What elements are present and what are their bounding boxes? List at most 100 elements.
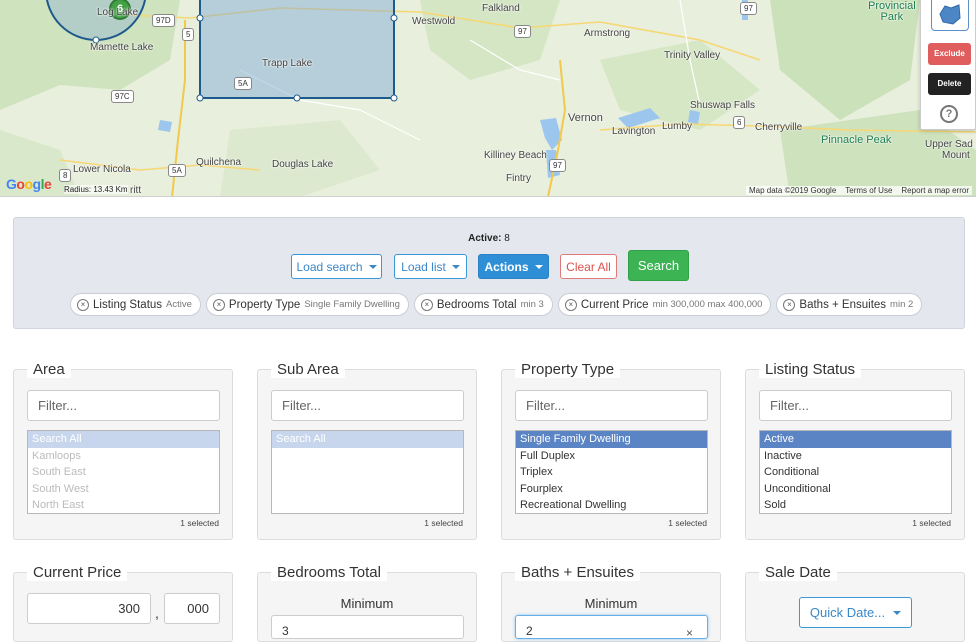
- highway-shield: 97D: [152, 14, 175, 27]
- list-option[interactable]: Conditional: [760, 464, 951, 481]
- list-option[interactable]: Sold: [760, 497, 951, 513]
- highway-shield: 5: [182, 28, 195, 41]
- actions-label: Actions: [484, 259, 529, 274]
- price-thousands-input[interactable]: 300: [27, 593, 151, 624]
- map-drawing-toolbar: Exclude Delete ?: [920, 0, 976, 130]
- property-type-filter-input[interactable]: Filter...: [515, 390, 708, 421]
- load-search-label: Load search: [296, 259, 363, 274]
- list-option[interactable]: Search All: [272, 431, 463, 448]
- sub-area-listbox[interactable]: Search All: [271, 430, 464, 514]
- load-list-label: Load list: [401, 259, 446, 274]
- list-option[interactable]: Active: [760, 431, 951, 448]
- list-option[interactable]: Search All: [28, 431, 219, 448]
- polygon-icon: [939, 4, 961, 25]
- delete-button[interactable]: Delete: [928, 73, 971, 95]
- map-label-fintry: Fintry: [506, 173, 531, 184]
- sub-area-filter-input[interactable]: Filter...: [271, 390, 464, 421]
- map-label-vernon: Vernon: [568, 112, 603, 124]
- filter-chip-baths-ensuites[interactable]: × Baths + Ensuites min 2: [776, 293, 923, 316]
- chevron-down-icon: [368, 264, 377, 269]
- map-label-lavington: Lavington: [612, 126, 656, 137]
- list-option[interactable]: Kamloops: [28, 448, 219, 465]
- chevron-down-icon: [534, 264, 543, 269]
- area-filter-input[interactable]: Filter...: [27, 390, 220, 421]
- list-option[interactable]: Unconditional: [760, 481, 951, 498]
- remove-chip-icon[interactable]: ×: [783, 298, 796, 311]
- quick-date-dropdown[interactable]: Quick Date...: [799, 597, 912, 628]
- listing-status-selected-count: 1 selected: [912, 518, 951, 528]
- list-option[interactable]: Recreational Dwelling: [516, 497, 707, 513]
- chevron-down-icon: [451, 264, 460, 269]
- listing-status-filter-input[interactable]: Filter...: [759, 390, 952, 421]
- property-type-title: Property Type: [515, 361, 621, 378]
- load-search-button[interactable]: Load search: [291, 254, 382, 279]
- remove-chip-icon[interactable]: ×: [212, 298, 225, 311]
- filter-chip-listing-status[interactable]: × Listing Status Active: [70, 293, 201, 316]
- map-label-falkland: Falkland: [482, 3, 520, 14]
- bedrooms-minimum-input[interactable]: 3: [271, 615, 464, 639]
- remove-chip-icon[interactable]: ×: [564, 298, 577, 311]
- listing-status-filter: Listing Status Filter... Active Inactive…: [745, 361, 965, 540]
- filter-chip-property-type[interactable]: × Property Type Single Family Dwelling: [205, 293, 409, 316]
- chip-value: Active: [166, 299, 192, 310]
- remove-chip-icon[interactable]: ×: [420, 298, 433, 311]
- map-label-mamette-lake: Mamette Lake: [90, 42, 154, 53]
- clear-input-icon[interactable]: ×: [686, 626, 693, 638]
- list-option[interactable]: Single Family Dwelling: [516, 431, 707, 448]
- baths-minimum-input[interactable]: 2 ×: [515, 615, 708, 639]
- chip-label: Listing Status: [93, 298, 163, 311]
- baths-ensuites-title: Baths + Ensuites: [515, 564, 640, 581]
- map-label-armstrong: Armstrong: [584, 28, 631, 39]
- chip-value: min 2: [890, 299, 914, 310]
- sale-date-title: Sale Date: [759, 564, 837, 581]
- draw-polygon-button[interactable]: [931, 0, 969, 31]
- chevron-down-icon: [893, 610, 902, 615]
- map-label-lumby: Lumby: [662, 121, 693, 132]
- report-map-error-link[interactable]: Report a map error: [901, 186, 969, 195]
- baths-minimum-value: 2: [526, 624, 533, 638]
- list-option[interactable]: Fourplex: [516, 481, 707, 498]
- google-logo: Google: [6, 176, 52, 192]
- active-label: Active: [468, 233, 499, 244]
- area-filter: Area Filter... Search All Kamloops South…: [13, 361, 233, 540]
- list-option[interactable]: South East: [28, 464, 219, 481]
- list-option[interactable]: Triplex: [516, 464, 707, 481]
- sub-area-title: Sub Area: [271, 361, 345, 378]
- bedrooms-total-filter: Bedrooms Total Minimum 3: [257, 564, 477, 642]
- highway-shield: 5A: [234, 77, 252, 90]
- map-label-killiney-beach: Killiney Beach: [484, 150, 547, 161]
- property-type-selected-count: 1 selected: [668, 518, 707, 528]
- current-price-filter: Current Price 300 , 000: [13, 564, 233, 642]
- active-count-value: 8: [504, 233, 510, 244]
- highway-shield: 6: [733, 116, 746, 129]
- search-summary-panel: Active: 8 Load search Load list Actions …: [13, 217, 965, 329]
- map-label-lower-nicola: Lower Nicola: [73, 164, 131, 175]
- help-icon[interactable]: ?: [940, 105, 958, 123]
- highway-shield: 97: [514, 25, 531, 38]
- map-label-trapp-lake: Trapp Lake: [262, 58, 313, 69]
- property-type-listbox[interactable]: Single Family Dwelling Full Duplex Tripl…: [515, 430, 708, 514]
- load-list-button[interactable]: Load list: [394, 254, 467, 279]
- map-label-upper-sad: Upper Sad: [925, 139, 973, 150]
- list-option[interactable]: Inactive: [760, 448, 951, 465]
- exclude-button[interactable]: Exclude: [928, 43, 971, 65]
- map-data-credit: Map data ©2019 Google: [748, 186, 837, 195]
- listing-status-listbox[interactable]: Active Inactive Conditional Unconditiona…: [759, 430, 952, 514]
- map-footer: Map data ©2019 Google Terms of Use Repor…: [745, 186, 972, 195]
- area-selected-count: 1 selected: [180, 518, 219, 528]
- map-view[interactable]: 6 Log Lake Mamette Lake Trapp Lake Westw…: [0, 0, 976, 197]
- search-button[interactable]: Search: [628, 250, 689, 281]
- actions-button[interactable]: Actions: [478, 254, 549, 279]
- price-units-input[interactable]: 000: [164, 593, 220, 624]
- remove-chip-icon[interactable]: ×: [77, 298, 89, 311]
- list-option[interactable]: North East: [28, 497, 219, 513]
- map-label-westwold: Westwold: [412, 16, 456, 27]
- clear-all-button[interactable]: Clear All: [560, 254, 617, 279]
- list-option[interactable]: Full Duplex: [516, 448, 707, 465]
- filter-chip-current-price[interactable]: × Current Price min 300,000 max 400,000: [557, 293, 772, 316]
- area-listbox[interactable]: Search All Kamloops South East South Wes…: [27, 430, 220, 514]
- filter-chip-bedrooms-total[interactable]: × Bedrooms Total min 3: [413, 293, 553, 316]
- list-option[interactable]: South West: [28, 481, 219, 498]
- terms-of-use-link[interactable]: Terms of Use: [845, 186, 892, 195]
- property-type-filter: Property Type Filter... Single Family Dw…: [501, 361, 721, 540]
